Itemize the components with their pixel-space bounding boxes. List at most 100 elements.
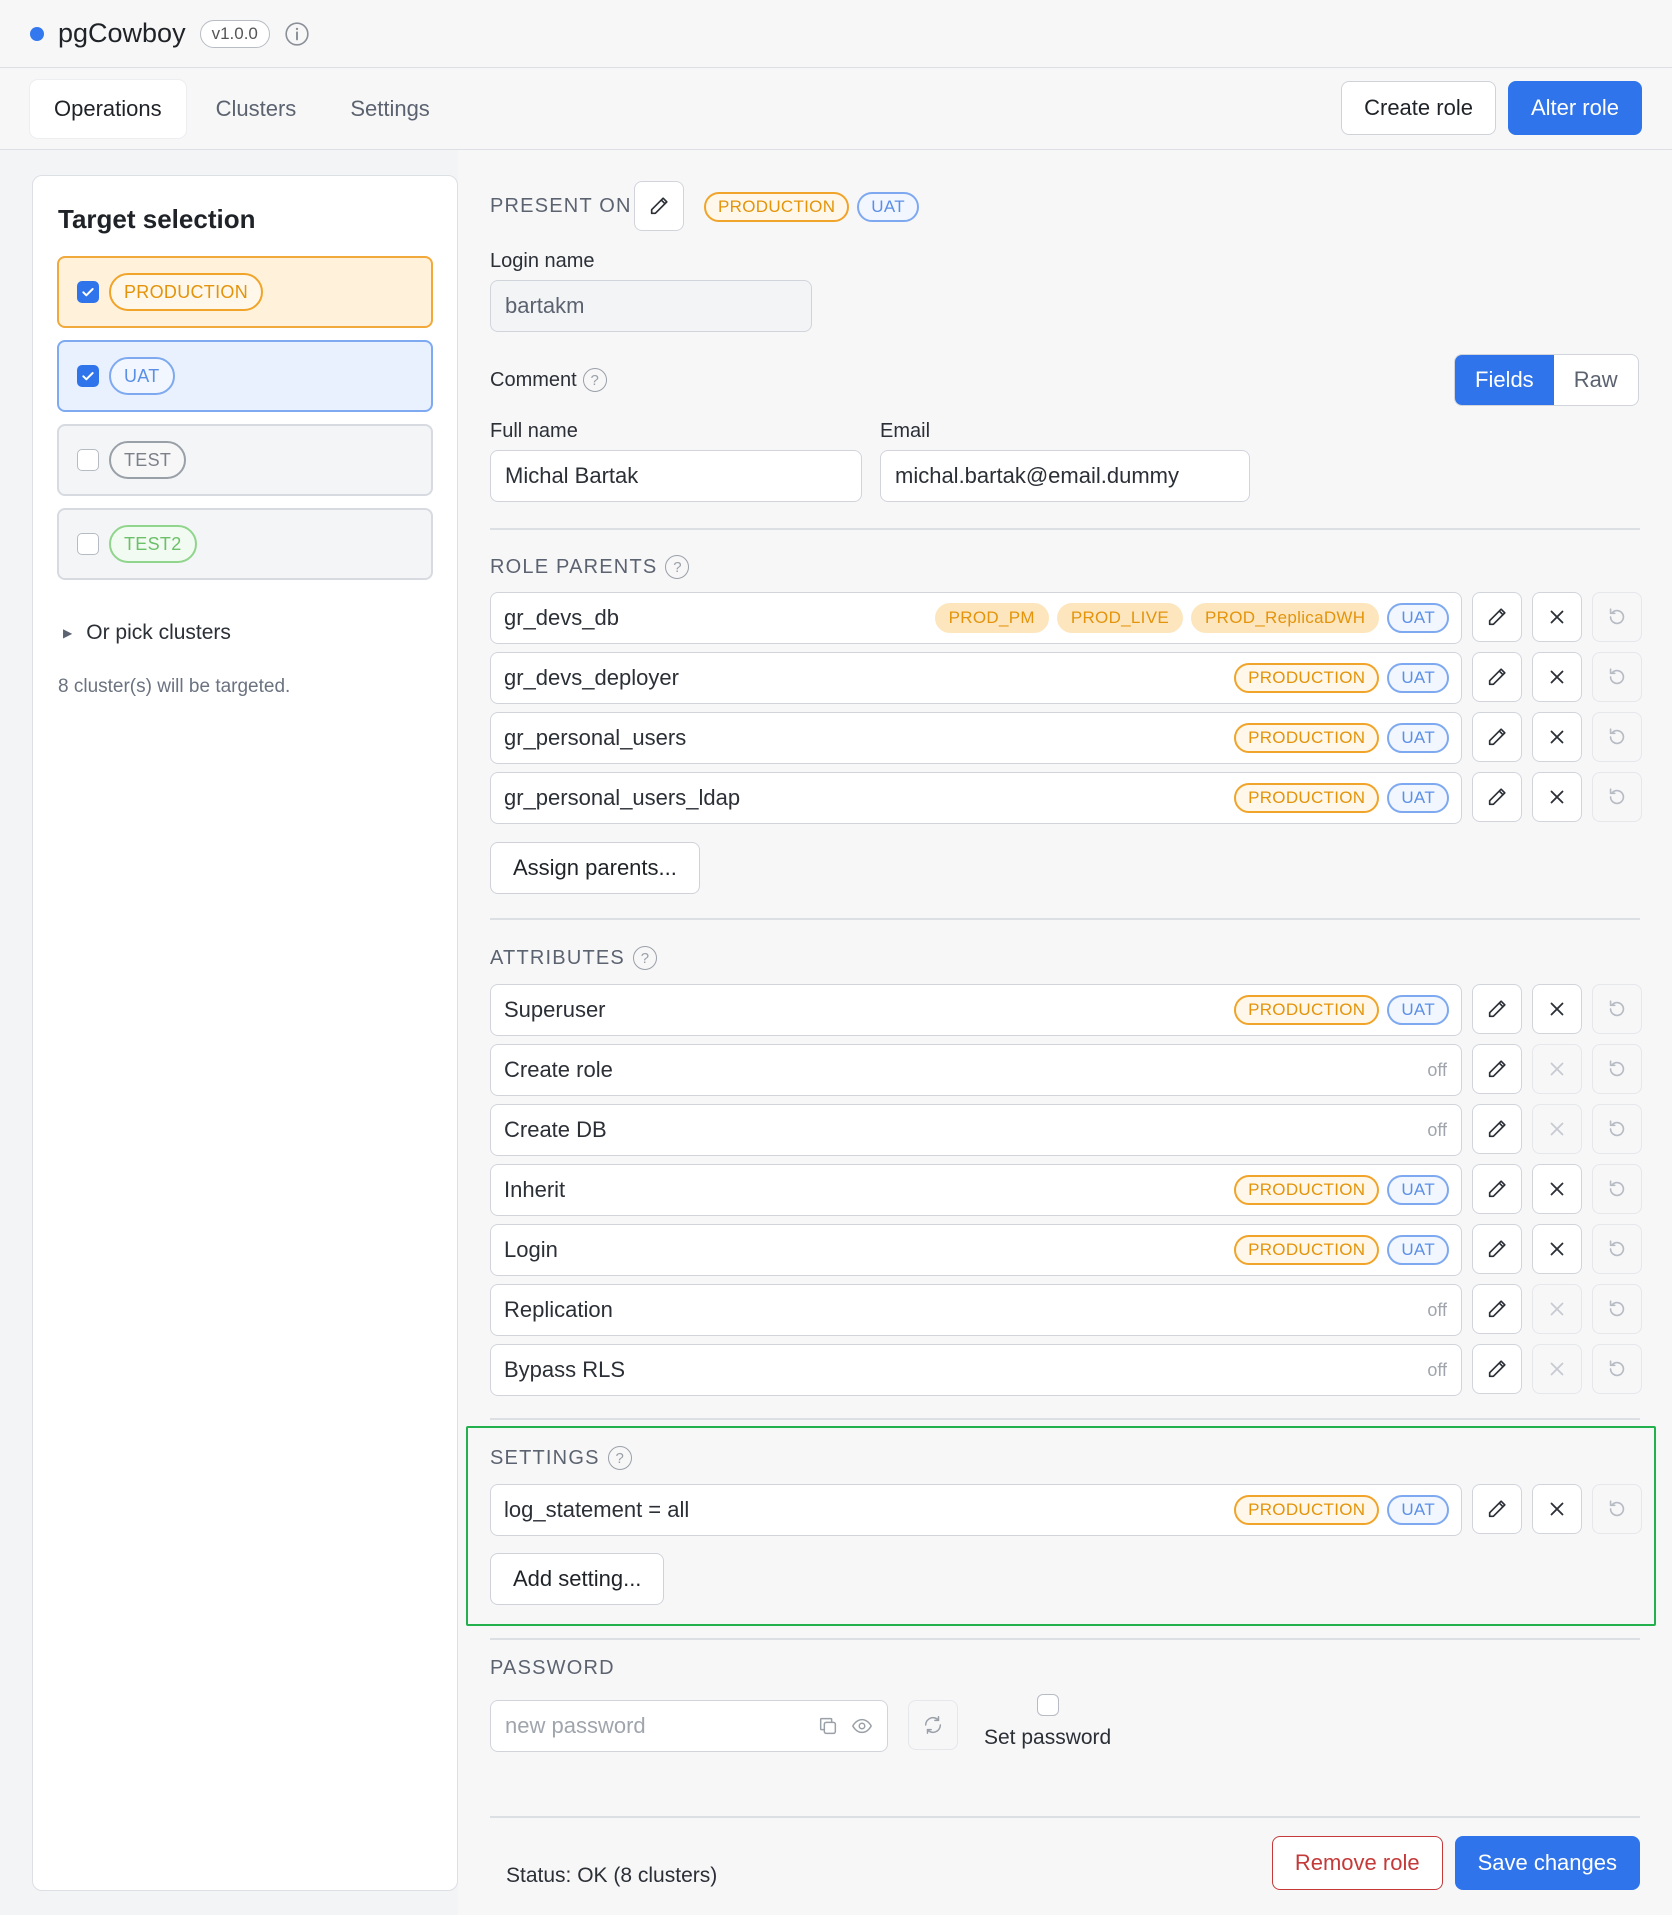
edit-button[interactable] [1472, 592, 1522, 642]
remove-button[interactable] [1532, 712, 1582, 762]
edit-present-on-button[interactable] [634, 181, 684, 231]
remove-button[interactable] [1532, 984, 1582, 1034]
role-parent-name: gr_devs_deployer [504, 665, 679, 690]
undo-button[interactable] [1592, 1164, 1642, 1214]
target-test[interactable]: TEST [57, 424, 433, 496]
copy-icon[interactable] [817, 1715, 839, 1737]
remove-button[interactable] [1532, 1044, 1582, 1094]
remove-button[interactable] [1532, 1484, 1582, 1534]
help-icon[interactable]: ? [582, 368, 607, 392]
remove-button[interactable] [1532, 652, 1582, 702]
alter-role-button[interactable]: Alter role [1507, 81, 1642, 135]
undo-button[interactable] [1592, 1044, 1642, 1094]
off-text: off [1427, 1299, 1447, 1320]
close-icon [1546, 1238, 1568, 1260]
undo-button[interactable] [1592, 592, 1642, 642]
cluster-tag-uat: UAT [1387, 1495, 1449, 1525]
mode-raw-button[interactable]: Raw [1554, 355, 1638, 405]
checkbox-uat[interactable] [77, 365, 99, 387]
settings-label-text: SETTINGS [490, 1446, 600, 1469]
eye-icon[interactable] [851, 1715, 873, 1737]
undo-button[interactable] [1592, 1224, 1642, 1274]
edit-button[interactable] [1472, 1484, 1522, 1534]
undo-button[interactable] [1592, 652, 1642, 702]
edit-button[interactable] [1472, 1044, 1522, 1094]
checkbox-test2[interactable] [77, 533, 99, 555]
edit-button[interactable] [1472, 1284, 1522, 1334]
undo-button[interactable] [1592, 712, 1642, 762]
undo-button[interactable] [1592, 1484, 1642, 1534]
tab-clusters[interactable]: Clusters [192, 80, 321, 138]
remove-button[interactable] [1532, 1284, 1582, 1334]
remove-role-button[interactable]: Remove role [1271, 1836, 1443, 1890]
target-label-test: TEST [109, 441, 187, 479]
attribute-row-inherit: Inherit PRODUCTION UAT [490, 1164, 1462, 1216]
assign-parents-button[interactable]: Assign parents... [490, 842, 700, 894]
refresh-icon [922, 1714, 944, 1736]
save-changes-button[interactable]: Save changes [1454, 1836, 1640, 1890]
close-icon [1546, 1178, 1568, 1200]
add-setting-button[interactable]: Add setting... [490, 1553, 665, 1605]
role-parents-label-text: ROLE PARENTS [490, 555, 658, 578]
close-icon [1546, 786, 1568, 808]
target-uat[interactable]: UAT [57, 340, 433, 412]
remove-button[interactable] [1532, 1164, 1582, 1214]
check-icon [80, 368, 96, 384]
undo-icon [1606, 786, 1628, 808]
generate-password-button[interactable] [908, 1700, 958, 1750]
edit-button[interactable] [1472, 1104, 1522, 1154]
attribute-name: Superuser [504, 997, 606, 1022]
mode-fields-button[interactable]: Fields [1455, 355, 1554, 405]
tab-settings[interactable]: Settings [326, 80, 454, 138]
pick-clusters-toggle[interactable]: ▶ Or pick clusters [63, 621, 231, 645]
edit-button[interactable] [1472, 1344, 1522, 1394]
undo-button[interactable] [1592, 772, 1642, 822]
pencil-icon [1486, 1358, 1508, 1380]
set-password-checkbox[interactable] [1036, 1694, 1059, 1716]
pencil-icon [1486, 1298, 1508, 1320]
pencil-icon [1486, 786, 1508, 808]
target-test2[interactable]: TEST2 [57, 508, 433, 580]
remove-button[interactable] [1532, 1344, 1582, 1394]
remove-button[interactable] [1532, 1224, 1582, 1274]
role-parents-label: ROLE PARENTS ? [490, 555, 690, 579]
email-label: Email [880, 420, 931, 442]
undo-button[interactable] [1592, 984, 1642, 1034]
edit-button[interactable] [1472, 1224, 1522, 1274]
email-field[interactable]: michal.bartak@email.dummy [880, 450, 1250, 502]
remove-button[interactable] [1532, 1104, 1582, 1154]
attribute-name: Login [504, 1237, 558, 1262]
pencil-icon [1486, 666, 1508, 688]
pencil-icon [1486, 1118, 1508, 1140]
pencil-icon [1486, 606, 1508, 628]
target-production[interactable]: PRODUCTION [57, 256, 433, 328]
undo-button[interactable] [1592, 1284, 1642, 1334]
edit-button[interactable] [1472, 712, 1522, 762]
undo-button[interactable] [1592, 1104, 1642, 1154]
pencil-icon [648, 195, 670, 217]
cluster-tag-production: PRODUCTION [1234, 663, 1380, 693]
checkbox-test[interactable] [77, 449, 99, 471]
password-label: PASSWORD [490, 1657, 615, 1680]
login-name-field[interactable]: bartakm [490, 280, 812, 332]
full-name-field[interactable]: Michal Bartak [490, 450, 862, 502]
help-icon[interactable]: ? [665, 555, 690, 579]
remove-button[interactable] [1532, 592, 1582, 642]
remove-button[interactable] [1532, 772, 1582, 822]
info-icon[interactable] [284, 21, 310, 47]
tab-operations[interactable]: Operations [30, 79, 186, 138]
edit-button[interactable] [1472, 984, 1522, 1034]
pick-clusters-label: Or pick clusters [86, 621, 231, 644]
checkbox-production[interactable] [77, 281, 99, 303]
help-icon[interactable]: ? [632, 946, 657, 970]
help-icon[interactable]: ? [607, 1446, 632, 1470]
new-password-input[interactable] [505, 1713, 817, 1739]
attribute-row-login: Login PRODUCTION UAT [490, 1224, 1462, 1276]
login-name-label: Login name [490, 250, 595, 272]
edit-button[interactable] [1472, 772, 1522, 822]
create-role-button[interactable]: Create role [1341, 81, 1496, 135]
edit-button[interactable] [1472, 652, 1522, 702]
undo-button[interactable] [1592, 1344, 1642, 1394]
edit-button[interactable] [1472, 1164, 1522, 1214]
comment-label-text: Comment [490, 368, 577, 391]
